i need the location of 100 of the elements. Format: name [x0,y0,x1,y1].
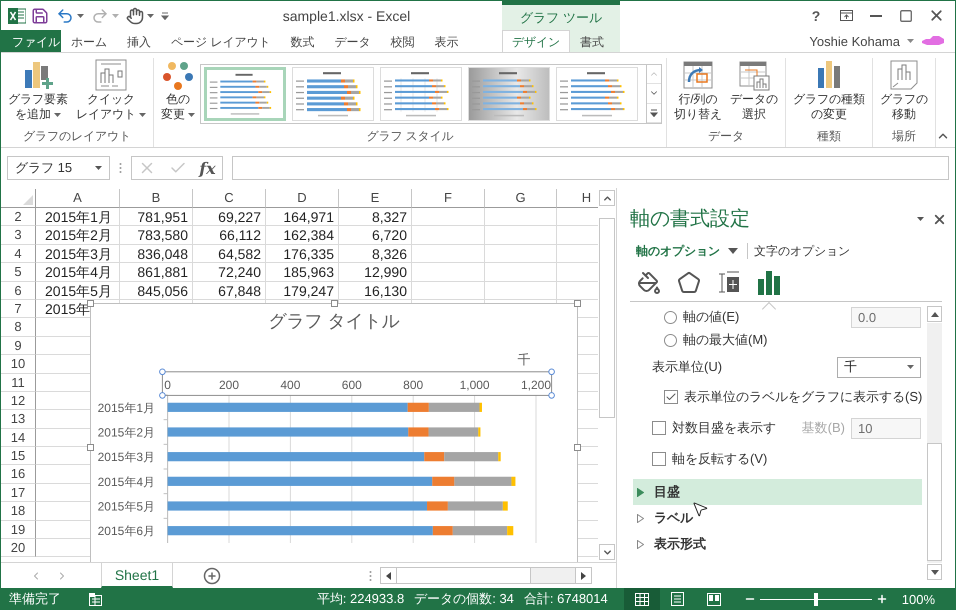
icon-tab[interactable] [716,270,742,296]
scrollbar-thumb[interactable] [927,443,942,561]
row-header[interactable]: 12 [1,392,36,410]
radio-button[interactable] [664,334,677,346]
column-header[interactable]: C [193,189,266,208]
table-cell: 176,335 [266,244,339,264]
macro-record-icon[interactable] [89,592,103,606]
ribbon-button[interactable]: グラフの種類 の変更 [790,58,868,122]
ribbon-button[interactable]: データの 選択 [727,58,781,122]
column-header[interactable]: E [339,189,412,208]
column-header[interactable]: B [120,189,193,208]
unit-select[interactable]: 千 [837,356,921,378]
row-header[interactable]: 5 [1,263,36,282]
chart-style-thumbnail[interactable] [292,67,374,121]
ribbon-button[interactable]: クイック レイアウト [73,58,149,122]
chart-style-thumbnail[interactable] [556,67,638,121]
insert-function-button[interactable]: fx [199,158,216,178]
column-header[interactable]: F [412,189,485,208]
section-header[interactable]: 表示形式 [633,531,922,557]
radio-button[interactable] [664,310,677,324]
resize-handle[interactable] [574,444,581,451]
row-header[interactable]: 20 [1,539,36,558]
row-header[interactable]: 10 [1,355,36,374]
option-tab[interactable]: 文字のオプション [754,242,855,260]
ribbon-tab[interactable]: ファイル [1,30,61,53]
row-header[interactable]: 17 [1,484,36,502]
view-button[interactable] [624,588,660,610]
scrollbar-thumb[interactable] [397,568,531,583]
selection-handle[interactable] [548,368,555,376]
zoom-in-button[interactable] [876,593,888,605]
ribbon-tab[interactable]: デザイン [502,30,570,53]
option-tab[interactable]: 軸のオプション [636,242,743,260]
context-tab-group-label: グラフ ツール [502,1,620,30]
ribbon-tab[interactable]: 表示 [424,30,468,53]
zoom-slider-thumb[interactable] [814,592,818,606]
scrollbar-track[interactable] [380,567,592,584]
row-header[interactable]: 11 [1,374,36,392]
formula-field[interactable] [232,156,949,180]
checkbox[interactable] [652,421,666,435]
column-header[interactable]: A [36,189,120,208]
row-header[interactable]: 4 [1,244,36,264]
resize-handle[interactable] [574,300,581,307]
scroll-left-button[interactable] [381,568,397,583]
sheet-tab[interactable]: Sheet1 [101,563,173,588]
section-header[interactable]: 目盛 [633,479,922,505]
ribbon-tab[interactable]: 挿入 [117,30,161,53]
ribbon-button[interactable]: 色の 変更 [158,58,198,122]
section-header[interactable]: ラベル [633,505,922,531]
checkbox[interactable] [664,390,678,404]
ribbon-button[interactable]: グラフ要素 を追加 [5,58,71,122]
row-header[interactable]: 18 [1,502,36,521]
resize-handle[interactable] [87,444,94,451]
chart-style-thumbnail[interactable] [204,67,286,121]
row-header[interactable]: 13 [1,410,36,429]
axis-selection-frame[interactable] [162,371,552,396]
select-all-button[interactable] [1,189,36,208]
row-header[interactable]: 6 [1,282,36,300]
name-box[interactable]: グラフ 15 [7,156,110,180]
row-header[interactable]: 19 [1,520,36,540]
user-name[interactable]: Yoshie Kohama [809,34,900,48]
ribbon-tab[interactable]: ページ レイアウト [161,30,280,53]
scroll-up-button[interactable] [599,190,615,206]
caret-icon [917,217,924,221]
help-button[interactable]: ? [808,6,824,26]
icon-tab[interactable] [636,270,662,296]
scroll-down-button[interactable] [927,564,942,580]
ribbon-tab[interactable]: 校閲 [380,30,424,53]
ribbon-tab[interactable]: ホーム [61,30,117,53]
chart-area[interactable]: グラフ タイトル 千 0 200 400 600 800 1,000 1,200 2015年1月 2015年2月 2015年3月 2015年4月 2015年5月 2015年6月 [90,303,578,562]
row-header[interactable]: 14 [1,428,36,448]
add-sheet-button[interactable] [203,566,221,584]
ribbon-button[interactable]: 行/列の 切り替え [671,58,725,122]
icon-tab[interactable] [676,270,702,296]
ribbon-tab[interactable]: 書式 [570,30,614,53]
scroll-right-button[interactable] [575,568,591,583]
row-header[interactable]: 3 [1,226,36,245]
column-header[interactable]: G [485,189,557,208]
checkbox[interactable] [652,452,666,466]
row-header[interactable]: 7 [1,300,36,318]
row-header[interactable]: 16 [1,465,36,484]
ribbon-button[interactable]: グラフの 移動 [877,58,931,122]
row-header[interactable]: 15 [1,447,36,466]
scroll-down-button[interactable] [599,544,615,560]
pane-options-button[interactable] [917,217,924,221]
selection-handle[interactable] [159,392,166,399]
zoom-level-text[interactable]: 100% [902,592,935,606]
ribbon-tab[interactable]: 数式 [280,30,324,53]
row-header[interactable]: 9 [1,336,36,356]
chart-style-thumbnail[interactable] [468,67,550,121]
column-header[interactable]: D [266,189,339,208]
selection-handle[interactable] [159,368,166,376]
scrollbar-thumb[interactable] [599,218,615,418]
avatar-icon[interactable] [921,36,945,46]
row-header[interactable]: 8 [1,318,36,337]
chart-style-thumbnail[interactable] [380,67,462,121]
resize-handle[interactable] [331,300,338,307]
ribbon-tab[interactable]: データ [324,30,380,53]
row-header[interactable]: 2 [1,208,36,226]
selection-handle[interactable] [548,392,555,399]
scroll-up-button[interactable] [927,306,942,322]
